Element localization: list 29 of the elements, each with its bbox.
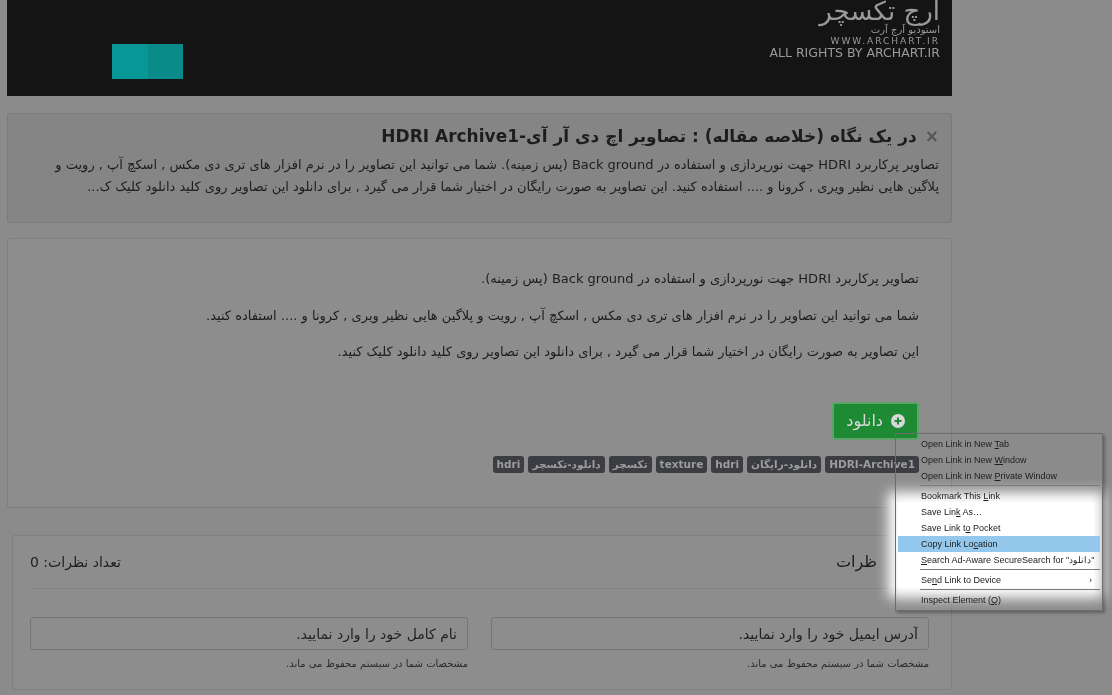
website-text: WWW.ARCHART.IR bbox=[829, 35, 940, 46]
menu-item[interactable]: Inspect Element (Q) bbox=[898, 592, 1100, 608]
tag-link[interactable]: تکسچر bbox=[608, 455, 652, 474]
menu-item[interactable]: Save Link As… bbox=[898, 504, 1100, 520]
tag-link[interactable]: HDRI-Archive1 bbox=[825, 455, 919, 474]
menu-item[interactable]: Save Link to Pocket bbox=[898, 520, 1100, 536]
help-text: مشخصات شما در سیستم محفوظ می ماند. bbox=[285, 657, 468, 671]
tag-link[interactable]: دانلود-تکسچر bbox=[528, 455, 605, 474]
comments-count: تعداد نظرات: 0 bbox=[30, 552, 121, 573]
tag-link[interactable]: hdri bbox=[711, 455, 744, 474]
download-button[interactable]: دانلود bbox=[832, 401, 919, 440]
article-paragraph: تصاویر پرکاربرد HDRI جهت نورپردازی و استفاده در Back ground (پس زمینه). bbox=[480, 270, 919, 289]
menu-item[interactable]: Copy Link Location bbox=[898, 536, 1100, 552]
input-field[interactable]: نام کامل خود را وارد نمایید. bbox=[30, 617, 468, 650]
tag-link[interactable]: hdri bbox=[492, 455, 525, 474]
plus-circle-icon bbox=[891, 413, 905, 428]
logo-block bbox=[112, 44, 183, 79]
summary-text: تصاویر پرکاربرد HDRI جهت نورپردازی و استفاده در Back ground (پس زمینه). شما می توانید این تصاویر را در نرم افزار های تری دی مکس , اسکچ آپ , رویت و پلاگین هایی نظیر ویری , کرونا و .... استفاده کنید. این تصاویر به صورت رایگان در اختیار شما قرار می گیرد , برای دانلود این تصاویر روی کلید دانلود کلیک ک... bbox=[53, 155, 939, 197]
tag-link[interactable]: texture bbox=[655, 455, 708, 474]
help-text: مشخصات شما در سیستم محفوظ می ماند. bbox=[746, 657, 929, 671]
tag-link[interactable]: دانلود-رایگان bbox=[747, 455, 822, 474]
article-paragraph: این تصاویر به صورت رایگان در اختیار شما قرار می گیرد , برای دانلود این تصاویر روی کلید دانلود کلیک کنید. bbox=[336, 343, 919, 362]
input-field[interactable]: آدرس ایمیل خود را وارد نمایید. bbox=[491, 617, 929, 650]
menu-item[interactable]: Bookmark This Link bbox=[898, 488, 1100, 504]
comments-title: ظرات bbox=[835, 551, 877, 574]
menu-item[interactable]: Send Link to Device › bbox=[898, 572, 1100, 588]
rights-text: ALL RIGHTS BY ARCHART.IR bbox=[769, 45, 940, 61]
article-paragraph: شما می توانید این تصاویر را در نرم افزار های تری دی مکس , اسکچ آپ , رویت و پلاگین هایی نظیر ویری , کرونا و .... استفاده کنید. bbox=[205, 306, 919, 325]
summary-title: در یک نگاه (خلاصه مقاله) : تصاویر اچ دی آر آی-HDRI Archive1 bbox=[381, 125, 917, 149]
